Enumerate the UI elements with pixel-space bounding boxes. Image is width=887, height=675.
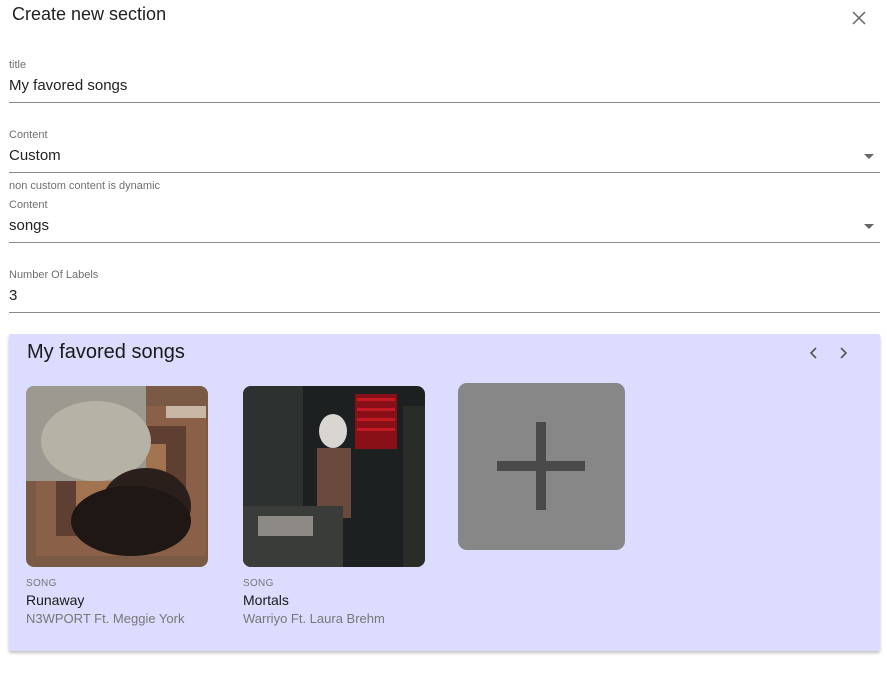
song-title: Mortals: [243, 592, 289, 608]
close-button[interactable]: [849, 8, 869, 28]
song-card[interactable]: SONG Mortals Warriyo Ft. Laura Brehm: [243, 386, 425, 626]
song-artist: N3WPORT Ft. Meggie York: [26, 611, 185, 626]
dropdown-arrow-icon[interactable]: [864, 224, 874, 229]
next-button[interactable]: [835, 345, 851, 361]
section-preview-title: My favored songs: [27, 341, 185, 363]
song-title: Runaway: [26, 592, 85, 608]
chevron-left-icon: [809, 347, 817, 359]
dropdown-arrow-icon[interactable]: [864, 154, 874, 159]
content-type-value: Custom: [9, 147, 61, 164]
song-cover-image: [243, 386, 425, 567]
title-field-value[interactable]: My favored songs: [9, 77, 127, 94]
content-hint: non custom content is dynamic: [9, 180, 161, 192]
content-type-select[interactable]: Content Custom: [9, 128, 880, 173]
song-cover-image: [26, 386, 208, 567]
section-preview: My favored songs SONG Runaway N3WPORT Ft…: [9, 334, 880, 651]
song-card[interactable]: SONG Runaway N3WPORT Ft. Meggie York: [26, 386, 208, 626]
content-type-label: Content: [9, 129, 48, 141]
prev-button[interactable]: [806, 345, 822, 361]
close-icon: [852, 11, 866, 25]
content-value: songs: [9, 217, 50, 234]
song-type: SONG: [26, 578, 57, 589]
labels-count-field[interactable]: Number Of Labels 3: [9, 268, 880, 313]
dialog-title: Create new section: [12, 4, 167, 24]
add-song-button[interactable]: [458, 383, 625, 550]
song-artist: Warriyo Ft. Laura Brehm: [243, 611, 385, 626]
labels-count-label: Number Of Labels: [9, 269, 99, 281]
song-type: SONG: [243, 578, 274, 589]
content-label: Content: [9, 199, 48, 211]
chevron-right-icon: [840, 347, 848, 359]
content-select[interactable]: Content songs: [9, 198, 880, 243]
title-field[interactable]: title My favored songs: [9, 58, 880, 103]
labels-count-value[interactable]: 3: [9, 287, 17, 304]
title-field-label: title: [9, 59, 27, 71]
